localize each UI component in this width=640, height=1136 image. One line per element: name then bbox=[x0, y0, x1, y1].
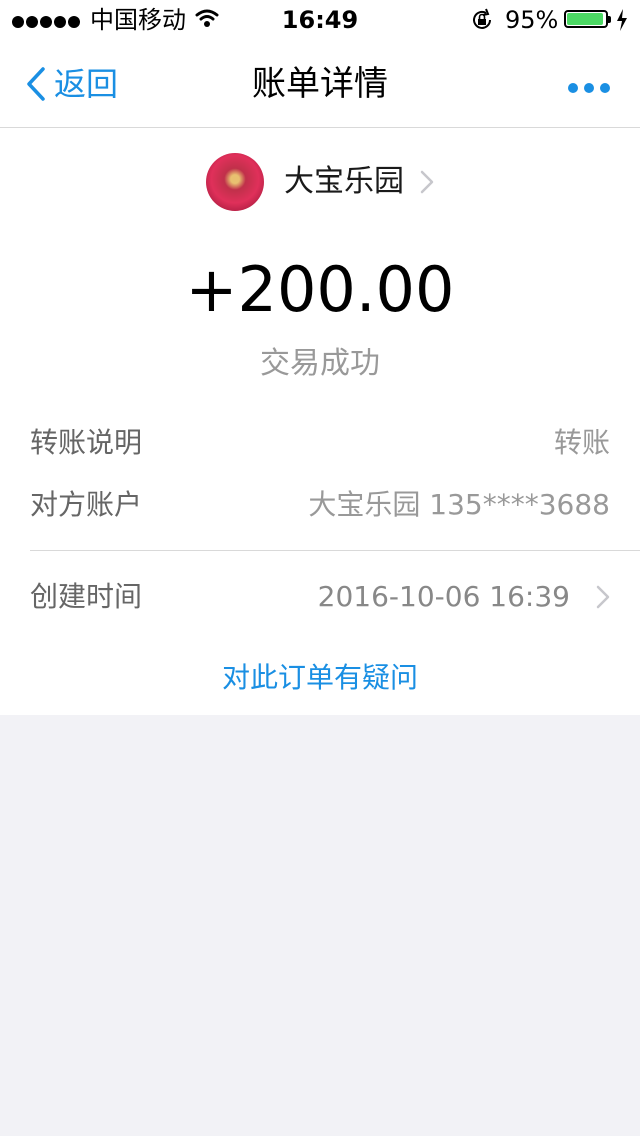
chevron-right-icon bbox=[596, 585, 610, 609]
created-time-value: 2016-10-06 16:39 bbox=[317, 580, 570, 613]
rotation-lock-icon bbox=[470, 8, 494, 36]
avatar bbox=[206, 153, 264, 211]
chevron-right-icon bbox=[420, 170, 434, 194]
created-time-row[interactable]: 创建时间 2016-10-06 16:39 bbox=[30, 575, 610, 619]
page-title: 账单详情 bbox=[252, 64, 388, 104]
more-dots-icon[interactable] bbox=[562, 78, 610, 93]
bill-detail-panel: 中国移动 16:49 95% 返回 账单详情 大宝乐园 +200.00 交易成功… bbox=[0, 0, 640, 715]
counterparty-row[interactable]: 大宝乐园 bbox=[0, 152, 640, 212]
battery-percent: 95% bbox=[505, 6, 559, 34]
detail-value: 大宝乐园 135****3688 bbox=[308, 488, 610, 521]
detail-row-note: 转账说明 转账 bbox=[30, 421, 610, 465]
detail-value: 转账 bbox=[553, 426, 610, 459]
amount: +200.00 bbox=[185, 253, 455, 326]
detail-row-account: 对方账户 大宝乐园 135****3688 bbox=[30, 483, 610, 527]
navigation-bar: 返回 账单详情 bbox=[0, 40, 640, 128]
detail-label: 对方账户 bbox=[30, 488, 143, 521]
order-question-link[interactable]: 对此订单有疑问 bbox=[0, 658, 640, 698]
battery-fill bbox=[567, 13, 603, 25]
charging-icon bbox=[616, 9, 628, 35]
battery-icon bbox=[564, 10, 611, 28]
counterparty-name: 大宝乐园 bbox=[284, 164, 404, 199]
status-bar: 中国移动 16:49 95% bbox=[0, 0, 640, 40]
transaction-status: 交易成功 bbox=[260, 346, 380, 381]
divider bbox=[30, 550, 640, 551]
created-time-label: 创建时间 bbox=[30, 580, 143, 613]
detail-label: 转账说明 bbox=[30, 426, 143, 459]
